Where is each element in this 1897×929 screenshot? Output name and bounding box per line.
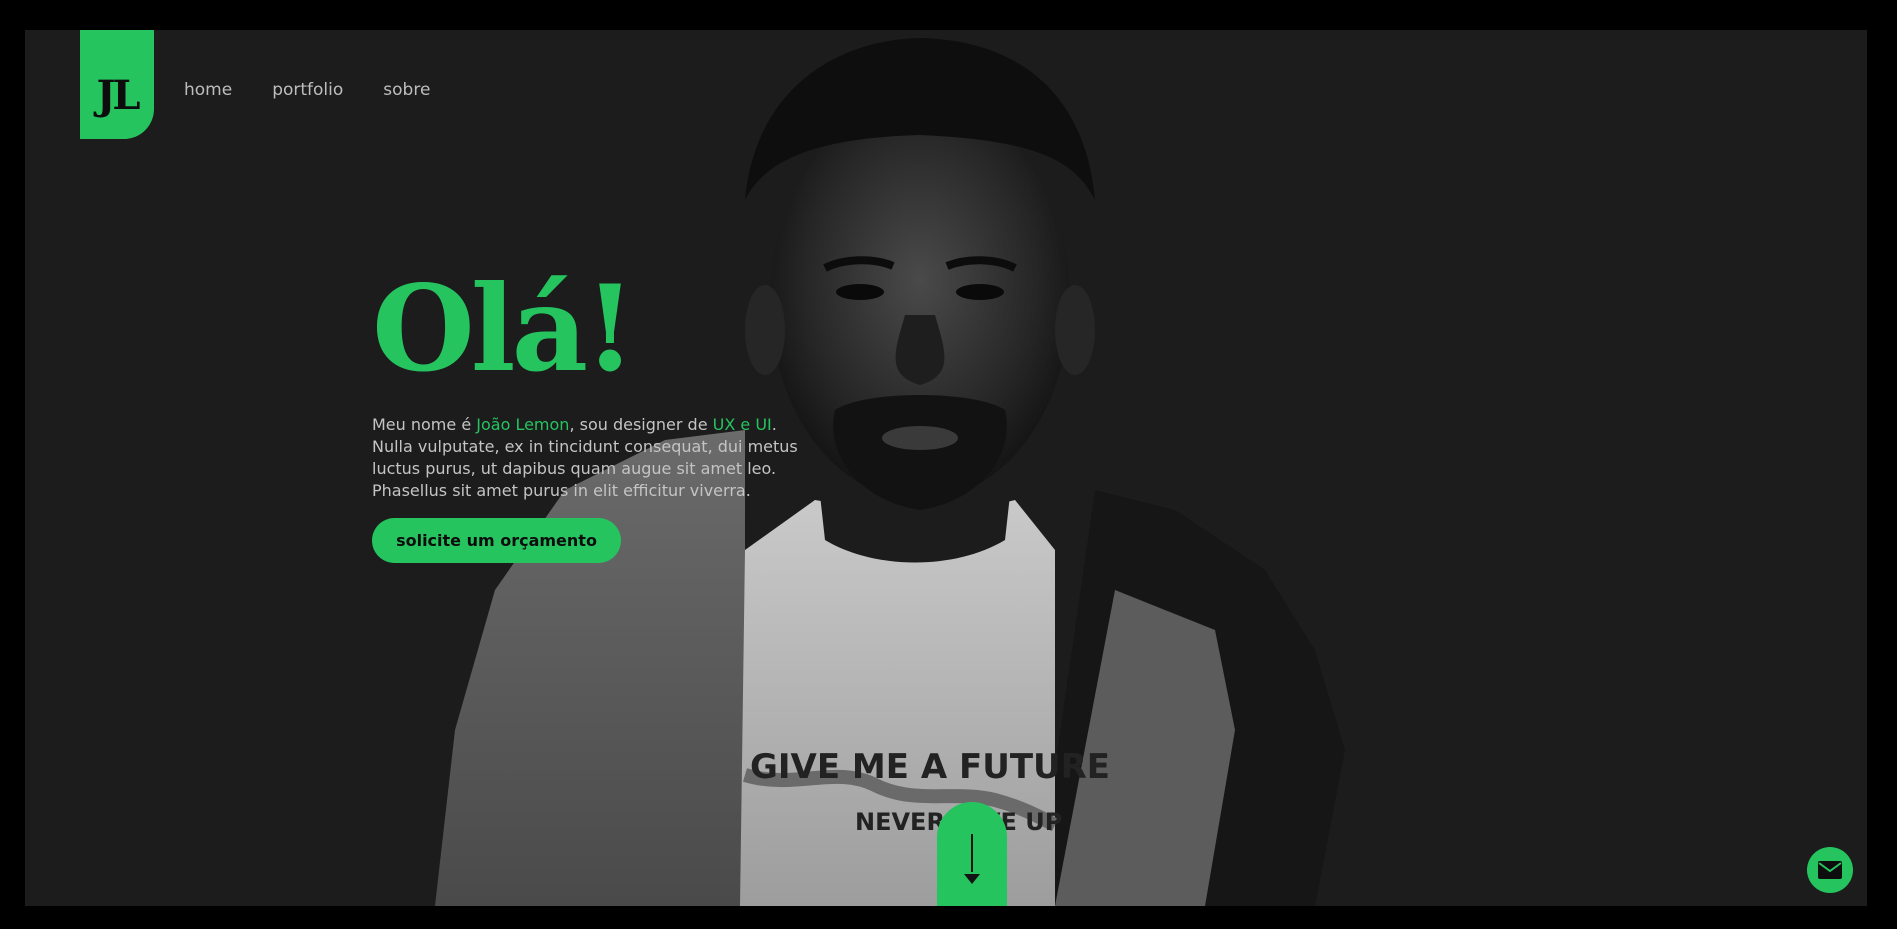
hero-title: Olá! [372, 259, 636, 398]
mail-icon [1818, 861, 1842, 879]
contact-button[interactable] [1807, 847, 1853, 893]
shirt-text: GIVE ME A FUTURE [750, 747, 1110, 787]
designer-skills: UX e UI [712, 415, 772, 434]
main-nav: home portfolio sobre [184, 80, 430, 100]
hero-section: Olá! Meu nome é João Lemon, sou designer… [372, 270, 802, 563]
nav-link-home[interactable]: home [184, 80, 232, 100]
logo[interactable]: JL [80, 30, 154, 139]
designer-name: João Lemon [476, 415, 570, 434]
nav-link-sobre[interactable]: sobre [383, 80, 430, 100]
page-frame: GIVE ME A FUTURE NEVER GIVE UP JL home p… [25, 30, 1867, 906]
intro-text-2: , sou designer de [569, 415, 713, 434]
hero-intro: Meu nome é João Lemon, sou designer de U… [372, 414, 802, 502]
scroll-down-button[interactable] [937, 802, 1007, 906]
intro-text-1: Meu nome é [372, 415, 477, 434]
nav-link-portfolio[interactable]: portfolio [272, 80, 343, 100]
arrow-down-icon [964, 834, 980, 894]
request-quote-button[interactable]: solicite um orçamento [372, 518, 621, 563]
